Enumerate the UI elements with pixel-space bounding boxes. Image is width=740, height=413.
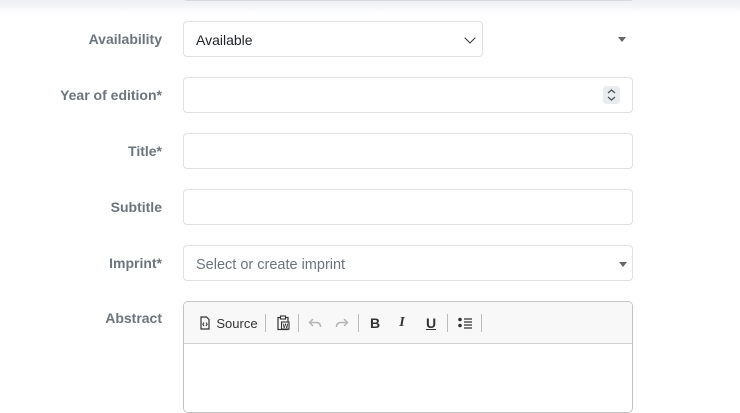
editor-content-area[interactable]	[184, 344, 632, 412]
imprint-placeholder: Select or create imprint	[196, 257, 346, 273]
paste-icon: W	[276, 315, 290, 331]
chevron-down-icon	[464, 32, 476, 44]
source-icon	[200, 316, 210, 330]
title-label: Title*	[128, 143, 162, 159]
underline-button[interactable]: U	[421, 311, 441, 335]
undo-icon	[308, 318, 322, 328]
year-of-edition-row: Year of edition*	[0, 77, 740, 113]
abstract-editor: Source W B I U	[183, 301, 633, 413]
redo-button[interactable]	[331, 311, 353, 335]
top-shadow	[0, 0, 740, 14]
paste-from-word-button[interactable]: W	[272, 311, 294, 335]
toolbar-separator	[481, 314, 482, 332]
availability-label: Availability	[88, 31, 162, 47]
previous-field-edge	[183, 0, 634, 1]
toolbar-separator	[447, 314, 448, 332]
bold-button[interactable]: B	[365, 311, 385, 335]
italic-button[interactable]: I	[392, 311, 412, 335]
imprint-label: Imprint*	[109, 255, 162, 271]
subtitle-input[interactable]	[183, 189, 633, 225]
availability-select[interactable]: Available	[183, 21, 483, 57]
availability-row: Availability Available	[0, 21, 740, 57]
bulleted-list-button[interactable]	[454, 311, 476, 335]
title-row: Title*	[0, 133, 740, 169]
source-button[interactable]: Source	[196, 311, 260, 335]
year-of-edition-input[interactable]	[183, 77, 633, 113]
editor-toolbar: Source W B I U	[184, 302, 632, 344]
caret-down-icon[interactable]	[618, 37, 626, 42]
subtitle-label: Subtitle	[110, 199, 162, 215]
bulleted-list-icon	[457, 317, 472, 329]
undo-button[interactable]	[304, 311, 326, 335]
caret-down-icon	[619, 262, 627, 267]
toolbar-separator	[358, 314, 359, 332]
imprint-select[interactable]: Select or create imprint	[183, 245, 633, 281]
redo-icon	[335, 318, 349, 328]
year-of-edition-label: Year of edition*	[60, 87, 162, 103]
toolbar-separator	[298, 314, 299, 332]
availability-value: Available	[196, 32, 253, 48]
svg-text:W: W	[282, 324, 288, 330]
toolbar-separator	[265, 314, 266, 332]
number-spinner-icon[interactable]	[603, 86, 620, 104]
abstract-label: Abstract	[105, 310, 162, 326]
source-label: Source	[216, 315, 258, 331]
title-input[interactable]	[183, 133, 633, 169]
imprint-row: Imprint* Select or create imprint	[0, 245, 740, 281]
subtitle-row: Subtitle	[0, 189, 740, 225]
